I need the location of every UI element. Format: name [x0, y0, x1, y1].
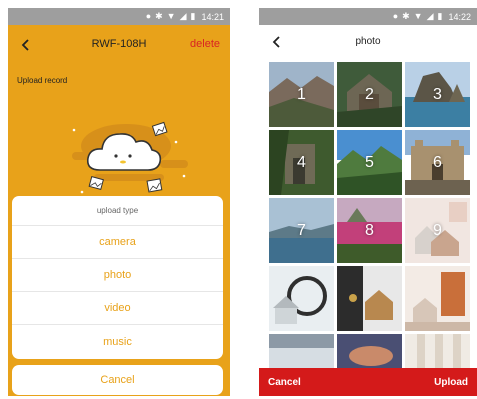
photo-thumbnail[interactable]: 8 — [337, 198, 402, 263]
cloud-mascot-icon — [72, 121, 188, 194]
page-title: photo — [355, 36, 381, 47]
magnifier-house-photo-icon — [269, 266, 334, 331]
photo-option[interactable]: photo — [12, 259, 223, 292]
photo-number: 5 — [365, 154, 374, 171]
photo-thumbnail[interactable]: 4 — [269, 130, 334, 195]
photo-number: 8 — [365, 222, 374, 239]
photo-thumbnail[interactable] — [269, 266, 334, 331]
photo-thumbnail[interactable]: 9 — [405, 198, 470, 263]
cancel-button[interactable]: Cancel — [12, 365, 223, 395]
photo-number: 4 — [297, 154, 306, 171]
camera-option[interactable]: camera — [12, 226, 223, 259]
upload-record-label: Upload record — [17, 76, 68, 85]
bluetooth-icon: ✱ — [402, 11, 410, 21]
delete-button[interactable]: delete — [190, 38, 220, 50]
photo-number: 9 — [433, 222, 442, 239]
photo-thumbnail[interactable]: 7 — [269, 198, 334, 263]
bluetooth-icon: ✱ — [155, 11, 163, 21]
photo-thumbnail[interactable]: 2 — [337, 62, 402, 127]
photo-number: 6 — [433, 154, 442, 171]
status-bar: ● ✱ ▼ ◢ ▮ 14:22 — [259, 8, 477, 25]
app-header: RWF-108H delete — [8, 25, 230, 65]
location-icon: ● — [145, 11, 152, 21]
signal-icon: ◢ — [426, 11, 434, 21]
bottom-action-bar: Cancel Upload — [259, 368, 477, 396]
video-option[interactable]: video — [12, 292, 223, 325]
left-phone-screen: ● ✱ ▼ ◢ ▮ 14:21 RWF-108H delete Upload r… — [8, 8, 230, 396]
photo-number: 1 — [297, 86, 306, 103]
house-model-photo-icon — [405, 266, 470, 331]
photo-number: 7 — [297, 222, 306, 239]
photo-thumbnail[interactable]: 6 — [405, 130, 470, 195]
photo-thumbnail[interactable] — [405, 266, 470, 331]
photo-number: 2 — [365, 86, 374, 103]
cancel-button[interactable]: Cancel — [268, 377, 301, 388]
location-icon: ● — [392, 11, 399, 21]
screenshot-stage: ● ✱ ▼ ◢ ▮ 14:21 RWF-108H delete Upload r… — [0, 0, 477, 399]
status-time: 14:21 — [201, 11, 224, 22]
battery-icon: ▮ — [437, 11, 443, 21]
music-option[interactable]: music — [12, 325, 223, 358]
upload-button[interactable]: Upload — [434, 377, 468, 388]
sheet-title: upload type — [12, 196, 223, 226]
upload-type-sheet: upload type camera photo video music — [12, 196, 223, 359]
app-header: photo — [259, 25, 477, 59]
photo-grid: 1 2 3 4 5 6 7 8 9 — [269, 62, 472, 396]
battery-icon: ▮ — [190, 11, 196, 21]
photo-thumbnail[interactable]: 1 — [269, 62, 334, 127]
keys-house-photo-icon — [337, 266, 402, 331]
photo-thumbnail[interactable]: 3 — [405, 62, 470, 127]
signal-icon: ◢ — [179, 11, 187, 21]
wifi-icon: ▼ — [166, 11, 176, 21]
photo-thumbnail[interactable] — [337, 266, 402, 331]
photo-thumbnail[interactable]: 5 — [337, 130, 402, 195]
status-bar: ● ✱ ▼ ◢ ▮ 14:21 — [8, 8, 230, 25]
status-time: 14:22 — [448, 11, 471, 22]
wifi-icon: ▼ — [413, 11, 423, 21]
photo-number: 3 — [433, 86, 442, 103]
right-phone-screen: ● ✱ ▼ ◢ ▮ 14:22 photo 1 2 3 4 5 6 7 8 9 … — [259, 8, 477, 396]
